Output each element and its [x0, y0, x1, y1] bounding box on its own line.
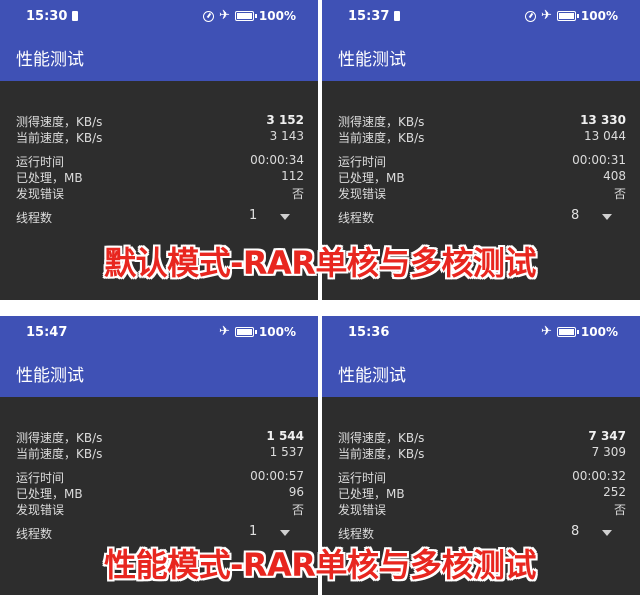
- current-speed-row: 当前速度，KB/s 7 309: [338, 445, 626, 461]
- airplane-mode-icon: ✈: [219, 324, 230, 339]
- dropdown-arrow-icon[interactable]: [280, 214, 290, 220]
- measured-speed-row: 测得速度，KB/s 13 330: [338, 113, 626, 129]
- processed-row: 已处理，MB 96: [16, 485, 304, 501]
- app-bar: 性能测试: [0, 349, 318, 397]
- airplane-mode-icon: ✈: [541, 324, 552, 339]
- app-bar: 性能测试: [322, 349, 640, 397]
- battery-icon: [234, 327, 257, 337]
- airplane-mode-icon: ✈: [541, 8, 552, 23]
- status-time: 15:37: [348, 9, 401, 24]
- processed-row: 已处理，MB 252: [338, 485, 626, 501]
- caption-performance-mode: 性能模式-RAR单核与多核测试: [104, 546, 536, 584]
- page-title: 性能测试: [16, 50, 84, 70]
- battery-percent: 100%: [580, 325, 618, 339]
- page-title: 性能测试: [338, 366, 406, 386]
- errors-row: 发现错误否: [16, 503, 304, 517]
- dropdown-arrow-icon[interactable]: [602, 530, 612, 536]
- measured-speed-row: 测得速度，KB/s 7 347: [338, 429, 626, 445]
- app-bar: 性能测试: [322, 33, 640, 81]
- measured-speed-row: 测得速度，KB/s 1 544: [16, 429, 304, 445]
- battery-icon: [556, 11, 579, 21]
- page-title: 性能测试: [338, 50, 406, 70]
- airplane-mode-icon: ✈: [219, 8, 230, 23]
- threads-label: 线程数: [16, 211, 53, 225]
- status-bar: 15:36 ✈ 100%: [322, 316, 640, 349]
- run-time-row: 运行时间 00:00:34: [16, 153, 304, 169]
- dropdown-arrow-icon[interactable]: [280, 530, 290, 536]
- page-title: 性能测试: [16, 366, 84, 386]
- run-time-row: 运行时间 00:00:57: [16, 469, 304, 485]
- status-time: 15:36: [348, 325, 390, 340]
- threads-select[interactable]: 8: [571, 208, 579, 223]
- errors-row: 发现错误否: [338, 187, 626, 201]
- notification-icon: [72, 11, 79, 21]
- dropdown-arrow-icon[interactable]: [602, 214, 612, 220]
- status-bar: 15:47 ✈ 100%: [0, 316, 318, 349]
- run-time-row: 运行时间 00:00:32: [338, 469, 626, 485]
- errors-row: 发现错误否: [16, 187, 304, 201]
- status-time: 15:30: [26, 9, 79, 24]
- status-time: 15:47: [26, 325, 68, 340]
- battery-percent: 100%: [258, 9, 296, 23]
- measured-speed-row: 测得速度，KB/s 3 152: [16, 113, 304, 129]
- errors-row: 发现错误否: [338, 503, 626, 517]
- current-speed-row: 当前速度，KB/s 1 537: [16, 445, 304, 461]
- threads-label: 线程数: [338, 211, 375, 225]
- processed-row: 已处理，MB 408: [338, 169, 626, 185]
- status-bar: 15:30 ✈ 100%: [0, 0, 318, 33]
- caption-default-mode: 默认模式-RAR单核与多核测试: [104, 244, 536, 282]
- battery-percent: 100%: [580, 9, 618, 23]
- battery-percent: 100%: [258, 325, 296, 339]
- current-speed-row: 当前速度，KB/s 13 044: [338, 129, 626, 145]
- notification-icon: [394, 11, 401, 21]
- battery-icon: [234, 11, 257, 21]
- current-speed-row: 当前速度，KB/s 3 143: [16, 129, 304, 145]
- processed-row: 已处理，MB 112: [16, 169, 304, 185]
- speed-gauge-icon: [203, 10, 215, 22]
- speed-gauge-icon: [525, 10, 537, 22]
- run-time-row: 运行时间 00:00:31: [338, 153, 626, 169]
- threads-select[interactable]: 1: [249, 524, 257, 539]
- status-bar: 15:37 ✈ 100%: [322, 0, 640, 33]
- battery-icon: [556, 327, 579, 337]
- threads-select[interactable]: 8: [571, 524, 579, 539]
- threads-select[interactable]: 1: [249, 208, 257, 223]
- app-bar: 性能测试: [0, 33, 318, 81]
